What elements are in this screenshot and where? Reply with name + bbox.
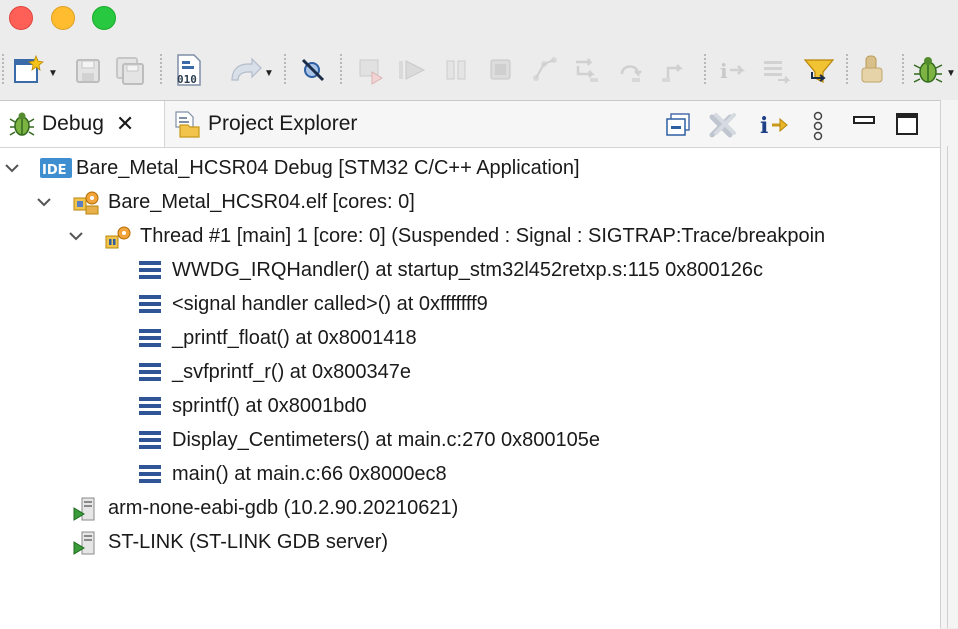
stack-frame-item[interactable]: main() at main.c:66 0x8000ec8: [0, 457, 940, 491]
adjacent-view-edge: [940, 100, 958, 628]
tab-debug[interactable]: Debug ✕: [0, 101, 165, 147]
collapse-all-icon[interactable]: [664, 111, 692, 144]
maximize-view-icon[interactable]: [894, 111, 920, 142]
minimize-view-icon[interactable]: [852, 111, 876, 140]
view-tab-bar: Debug ✕ Project Explorer i: [0, 101, 940, 148]
build-plugin-icon[interactable]: [856, 52, 890, 88]
stack-frame-item[interactable]: sprintf() at 0x8001bd0: [0, 389, 940, 423]
instruction-stepping-mode-icon[interactable]: i: [758, 111, 792, 144]
zoom-window-button[interactable]: [92, 6, 116, 30]
resume-icon[interactable]: [394, 52, 430, 88]
project-explorer-icon: [175, 111, 200, 138]
chevron-down-icon[interactable]: [36, 194, 52, 210]
save-all-icon[interactable]: [114, 52, 148, 88]
view-menu-icon[interactable]: [808, 111, 828, 146]
use-step-filters-icon[interactable]: [802, 52, 838, 88]
svg-text:i: i: [760, 113, 768, 139]
ide-launch-icon: IDE: [40, 156, 72, 180]
tree-item-launch[interactable]: IDE Bare_Metal_HCSR04 Debug [STM32 C/C++…: [0, 151, 940, 185]
new-icon[interactable]: [12, 52, 44, 88]
debug-bug-icon: [9, 112, 35, 136]
chevron-down-icon[interactable]: [68, 228, 84, 244]
toolbar-separator: [340, 54, 342, 84]
process-icon: [72, 496, 102, 521]
main-toolbar: ▼ 010 ▼ i ▼: [0, 40, 958, 100]
stack-frame-item[interactable]: <signal handler called>() at 0xfffffff9: [0, 287, 940, 321]
step-filters-dropdown-icon[interactable]: ▼: [264, 68, 274, 79]
step-filters-icon[interactable]: [226, 52, 266, 88]
toolbar-separator: [902, 54, 904, 84]
skip-breakpoints-icon[interactable]: [298, 52, 328, 88]
debug-target-icon: [72, 190, 102, 215]
tree-item-elf[interactable]: Bare_Metal_HCSR04.elf [cores: 0]: [0, 185, 940, 219]
tree-item-label: Thread #1 [main] 1 [core: 0] (Suspended …: [140, 225, 826, 247]
tree-item-label: Bare_Metal_HCSR04.elf [cores: 0]: [108, 191, 415, 213]
stack-frame-label: _svfprintf_r() at 0x800347e: [172, 361, 412, 383]
connect-icon[interactable]: [354, 52, 388, 88]
drop-to-frame-icon[interactable]: [760, 52, 794, 88]
remove-terminated-icon[interactable]: [706, 111, 738, 144]
step-return-icon[interactable]: [658, 52, 692, 88]
stack-frame-icon: [138, 258, 162, 282]
tree-item-stlink-process[interactable]: ST-LINK (ST-LINK GDB server): [0, 525, 940, 559]
stack-frame-icon: [138, 326, 162, 350]
tree-item-gdb-process[interactable]: arm-none-eabi-gdb (10.2.90.20210621): [0, 491, 940, 525]
stack-frame-icon: [138, 428, 162, 452]
new-dropdown-icon[interactable]: ▼: [48, 68, 58, 79]
toolbar-separator: [704, 54, 706, 84]
binary-memory-icon[interactable]: 010: [172, 52, 206, 88]
process-icon: [72, 530, 102, 555]
stack-frame-icon: [138, 462, 162, 486]
stack-frame-label: Display_Centimeters() at main.c:270 0x80…: [172, 429, 600, 451]
terminate-icon[interactable]: [486, 52, 516, 88]
stack-frame-label: <signal handler called>() at 0xfffffff9: [172, 293, 488, 315]
tree-item-thread[interactable]: Thread #1 [main] 1 [core: 0] (Suspended …: [0, 219, 940, 253]
suspended-thread-icon: [104, 224, 134, 249]
stack-frame-icon: [138, 360, 162, 384]
stack-frame-item[interactable]: Display_Centimeters() at main.c:270 0x80…: [0, 423, 940, 457]
tab-project-explorer-label: Project Explorer: [208, 112, 358, 135]
debug-view-panel: Debug ✕ Project Explorer i IDE Bare_Meta…: [0, 100, 940, 629]
stack-frame-item[interactable]: _printf_float() at 0x8001418: [0, 321, 940, 355]
tree-item-label: Bare_Metal_HCSR04 Debug [STM32 C/C++ App…: [76, 157, 580, 179]
svg-text:010: 010: [177, 73, 197, 86]
toolbar-separator: [846, 54, 848, 84]
stack-frame-label: sprintf() at 0x8001bd0: [172, 395, 367, 417]
stack-frame-icon: [138, 394, 162, 418]
step-into-icon[interactable]: [570, 52, 604, 88]
stack-frame-item[interactable]: WWDG_IRQHandler() at startup_stm32l452re…: [0, 253, 940, 287]
minimize-window-button[interactable]: [51, 6, 75, 30]
view-divider: [947, 146, 948, 628]
tab-project-explorer[interactable]: Project Explorer: [166, 101, 396, 147]
debug-bug-icon[interactable]: [912, 52, 944, 88]
stack-frame-label: main() at main.c:66 0x8000ec8: [172, 463, 447, 485]
stack-frame-label: WWDG_IRQHandler() at startup_stm32l452re…: [172, 259, 764, 281]
tab-debug-label: Debug: [42, 112, 104, 135]
step-over-icon[interactable]: [614, 52, 648, 88]
debug-dropdown-icon[interactable]: ▼: [946, 68, 956, 79]
close-tab-icon[interactable]: ✕: [116, 111, 134, 137]
svg-text:IDE: IDE: [42, 163, 67, 178]
save-icon[interactable]: [74, 52, 104, 88]
stack-frame-label: _printf_float() at 0x8001418: [172, 327, 417, 349]
stack-frame-item[interactable]: _svfprintf_r() at 0x800347e: [0, 355, 940, 389]
window-titlebar: [0, 0, 958, 38]
toolbar-separator: [160, 54, 162, 84]
tree-item-label: ST-LINK (ST-LINK GDB server): [108, 531, 389, 553]
svg-text:i: i: [720, 59, 728, 83]
suspend-icon[interactable]: [442, 52, 472, 88]
disconnect-icon[interactable]: [528, 52, 560, 88]
chevron-down-icon[interactable]: [4, 160, 20, 176]
instruction-stepping-icon[interactable]: i: [716, 52, 750, 88]
close-window-button[interactable]: [9, 6, 33, 30]
toolbar-separator: [2, 54, 4, 84]
stack-frame-icon: [138, 292, 162, 316]
tree-item-label: arm-none-eabi-gdb (10.2.90.20210621): [108, 497, 459, 519]
toolbar-separator: [284, 54, 286, 84]
